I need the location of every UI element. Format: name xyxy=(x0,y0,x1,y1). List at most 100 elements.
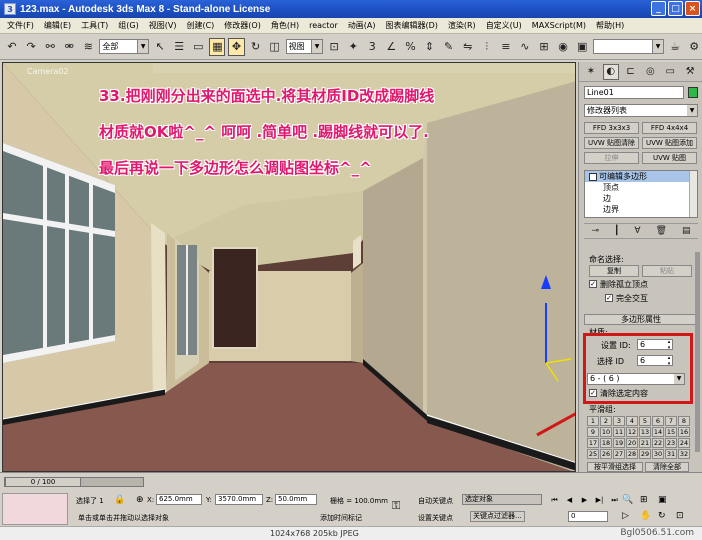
spinner-snap-icon[interactable]: ⇕ xyxy=(421,38,437,56)
lock-selection-icon[interactable]: 🔒 xyxy=(114,495,125,505)
utilities-tab-icon[interactable]: ⚒ xyxy=(682,64,698,80)
material-name-dropdown[interactable]: 6 - ( 6 ) ▼ xyxy=(587,373,685,385)
menu-customize[interactable]: 自定义(U) xyxy=(481,20,527,31)
set-key-button[interactable]: 设置关键点 xyxy=(418,513,453,523)
smoothing-group-button[interactable]: 32 xyxy=(678,449,690,459)
link-icon[interactable]: ⚯ xyxy=(42,38,58,56)
extrude-button[interactable]: 拉伸 xyxy=(584,152,639,164)
configure-sets-icon[interactable]: ▤ xyxy=(682,226,691,236)
edit-named-selection-icon[interactable]: ✎ xyxy=(441,38,457,56)
maxscript-listener-box[interactable] xyxy=(2,493,68,525)
smoothing-group-button[interactable]: 8 xyxy=(678,416,690,426)
hierarchy-tab-icon[interactable]: ⊏ xyxy=(623,64,639,80)
smoothing-group-button[interactable]: 27 xyxy=(613,449,625,459)
go-to-start-icon[interactable]: ⏮ xyxy=(548,495,561,506)
make-unique-icon[interactable]: ∀ xyxy=(634,226,640,236)
pivot-center-icon[interactable]: ⊡ xyxy=(326,38,342,56)
smoothing-group-button[interactable]: 4 xyxy=(626,416,638,426)
unlink-icon[interactable]: ⚮ xyxy=(61,38,77,56)
mirror-icon[interactable]: ⇋ xyxy=(460,38,476,56)
menu-edit[interactable]: 编辑(E) xyxy=(39,20,76,31)
create-tab-icon[interactable]: ✶ xyxy=(583,64,599,80)
stack-item-editable-poly[interactable]: 可编辑多边形 xyxy=(585,171,697,182)
camera-viewport[interactable]: Camera02 33.把刚刚分出来的面选中.将其材质ID改成踢脚线 材质就OK… xyxy=(2,62,576,472)
viewport-label[interactable]: Camera02 xyxy=(27,67,69,76)
smoothing-group-button[interactable]: 6 xyxy=(652,416,664,426)
reference-coord-dropdown[interactable]: 视图 ▼ xyxy=(285,39,324,54)
material-editor-icon[interactable]: ◉ xyxy=(555,38,571,56)
smoothing-group-button[interactable]: 18 xyxy=(600,438,612,448)
app-icon[interactable]: 3 xyxy=(4,3,16,15)
modify-tab-icon[interactable]: ◐ xyxy=(602,63,619,80)
time-slider-thumb[interactable]: 0 / 100 xyxy=(5,477,81,487)
stack-item-vertex[interactable]: 顶点 xyxy=(585,182,697,193)
zoom-all-icon[interactable]: ⊞ xyxy=(640,495,648,505)
select-scale-icon[interactable]: ◫ xyxy=(267,38,283,56)
current-frame-field[interactable]: 0 xyxy=(568,511,608,522)
smoothing-group-button[interactable]: 28 xyxy=(626,449,638,459)
menu-reactor[interactable]: reactor xyxy=(304,21,343,30)
pan-icon[interactable]: ✋ xyxy=(640,511,651,521)
z-coordinate-field[interactable]: 50.0mm xyxy=(275,494,317,505)
curve-editor-icon[interactable]: ∿ xyxy=(517,38,533,56)
smoothing-group-button[interactable]: 1 xyxy=(587,416,599,426)
smoothing-group-button[interactable]: 11 xyxy=(613,427,625,437)
key-filters-button[interactable]: 关键点过滤器... xyxy=(470,511,525,522)
clear-selection-checkbox[interactable]: ✓ xyxy=(589,389,597,397)
smoothing-group-button[interactable]: 13 xyxy=(639,427,651,437)
smoothing-group-button[interactable]: 2 xyxy=(600,416,612,426)
render-scene-icon[interactable]: ▣ xyxy=(574,38,590,56)
key-mode-dropdown[interactable]: 选定对象 xyxy=(462,494,542,505)
menu-modifiers[interactable]: 修改器(O) xyxy=(219,20,266,31)
zoom-extents-icon[interactable]: ▣ xyxy=(658,495,667,505)
motion-tab-icon[interactable]: ◎ xyxy=(642,64,658,80)
menu-tools[interactable]: 工具(T) xyxy=(76,20,113,31)
paste-button[interactable]: 粘贴 xyxy=(642,265,692,277)
quick-render-icon[interactable]: ☕ xyxy=(667,38,683,56)
select-manipulate-icon[interactable]: ✦ xyxy=(345,38,361,56)
set-id-spinner[interactable]: 6 xyxy=(637,339,673,351)
smoothing-group-button[interactable]: 30 xyxy=(652,449,664,459)
polygon-properties-rollout[interactable]: 多边形属性 xyxy=(584,314,698,325)
smoothing-group-button[interactable]: 12 xyxy=(626,427,638,437)
pin-stack-icon[interactable]: ⊸ xyxy=(591,226,599,236)
selection-filter-dropdown[interactable]: 全部 ▼ xyxy=(99,39,150,54)
menu-file[interactable]: 文件(F) xyxy=(2,20,39,31)
smoothing-group-button[interactable]: 21 xyxy=(639,438,651,448)
close-button[interactable]: × xyxy=(685,1,700,16)
go-to-end-icon[interactable]: ⏭ xyxy=(608,495,621,506)
ffd-333-button[interactable]: FFD 3x3x3 xyxy=(584,122,639,134)
smoothing-group-button[interactable]: 10 xyxy=(600,427,612,437)
menu-character[interactable]: 角色(H) xyxy=(266,20,304,31)
uvw-clear-button[interactable]: UVW 贴图清除 xyxy=(584,137,639,149)
full-interactivity-checkbox[interactable]: ✓ xyxy=(605,294,613,302)
absolute-mode-icon[interactable]: ⊕ xyxy=(136,495,144,505)
smoothing-group-button[interactable]: 7 xyxy=(665,416,677,426)
menu-maxscript[interactable]: MAXScript(M) xyxy=(527,21,591,30)
copy-button[interactable]: 复制 xyxy=(589,265,639,277)
maximize-viewport-icon[interactable]: ⊡ xyxy=(676,511,684,521)
smoothing-group-button[interactable]: 26 xyxy=(600,449,612,459)
orbit-icon[interactable]: ↻ xyxy=(658,511,666,521)
menu-help[interactable]: 帮助(H) xyxy=(591,20,629,31)
y-coordinate-field[interactable]: 3570.0mm xyxy=(215,494,263,505)
stack-item-edge[interactable]: 边 xyxy=(585,193,697,204)
bind-space-warp-icon[interactable]: ≋ xyxy=(80,38,96,56)
auto-key-button[interactable]: 自动关键点 xyxy=(418,496,453,506)
menu-views[interactable]: 视图(V) xyxy=(144,20,182,31)
modifier-stack[interactable]: 可编辑多边形 顶点 边 边界 xyxy=(584,170,698,218)
delete-isolated-checkbox[interactable]: ✓ xyxy=(589,280,597,288)
render-type-dropdown[interactable]: ▼ xyxy=(593,39,665,54)
object-name-field[interactable]: Line01 xyxy=(584,86,684,99)
smoothing-group-button[interactable]: 20 xyxy=(626,438,638,448)
stack-item-border[interactable]: 边界 xyxy=(585,204,697,215)
select-by-sg-button[interactable]: 按平滑组选择 xyxy=(587,462,643,472)
previous-frame-icon[interactable]: ◀ xyxy=(563,495,576,506)
object-color-swatch[interactable] xyxy=(688,87,698,98)
command-panel-scrollbar[interactable] xyxy=(695,252,700,452)
uvw-map-button[interactable]: UVW 贴图 xyxy=(642,152,697,164)
layer-manager-icon[interactable]: ≡ xyxy=(498,38,514,56)
select-object-icon[interactable]: ↖ xyxy=(152,38,168,56)
menu-animation[interactable]: 动画(A) xyxy=(343,20,381,31)
smoothing-group-button[interactable]: 17 xyxy=(587,438,599,448)
